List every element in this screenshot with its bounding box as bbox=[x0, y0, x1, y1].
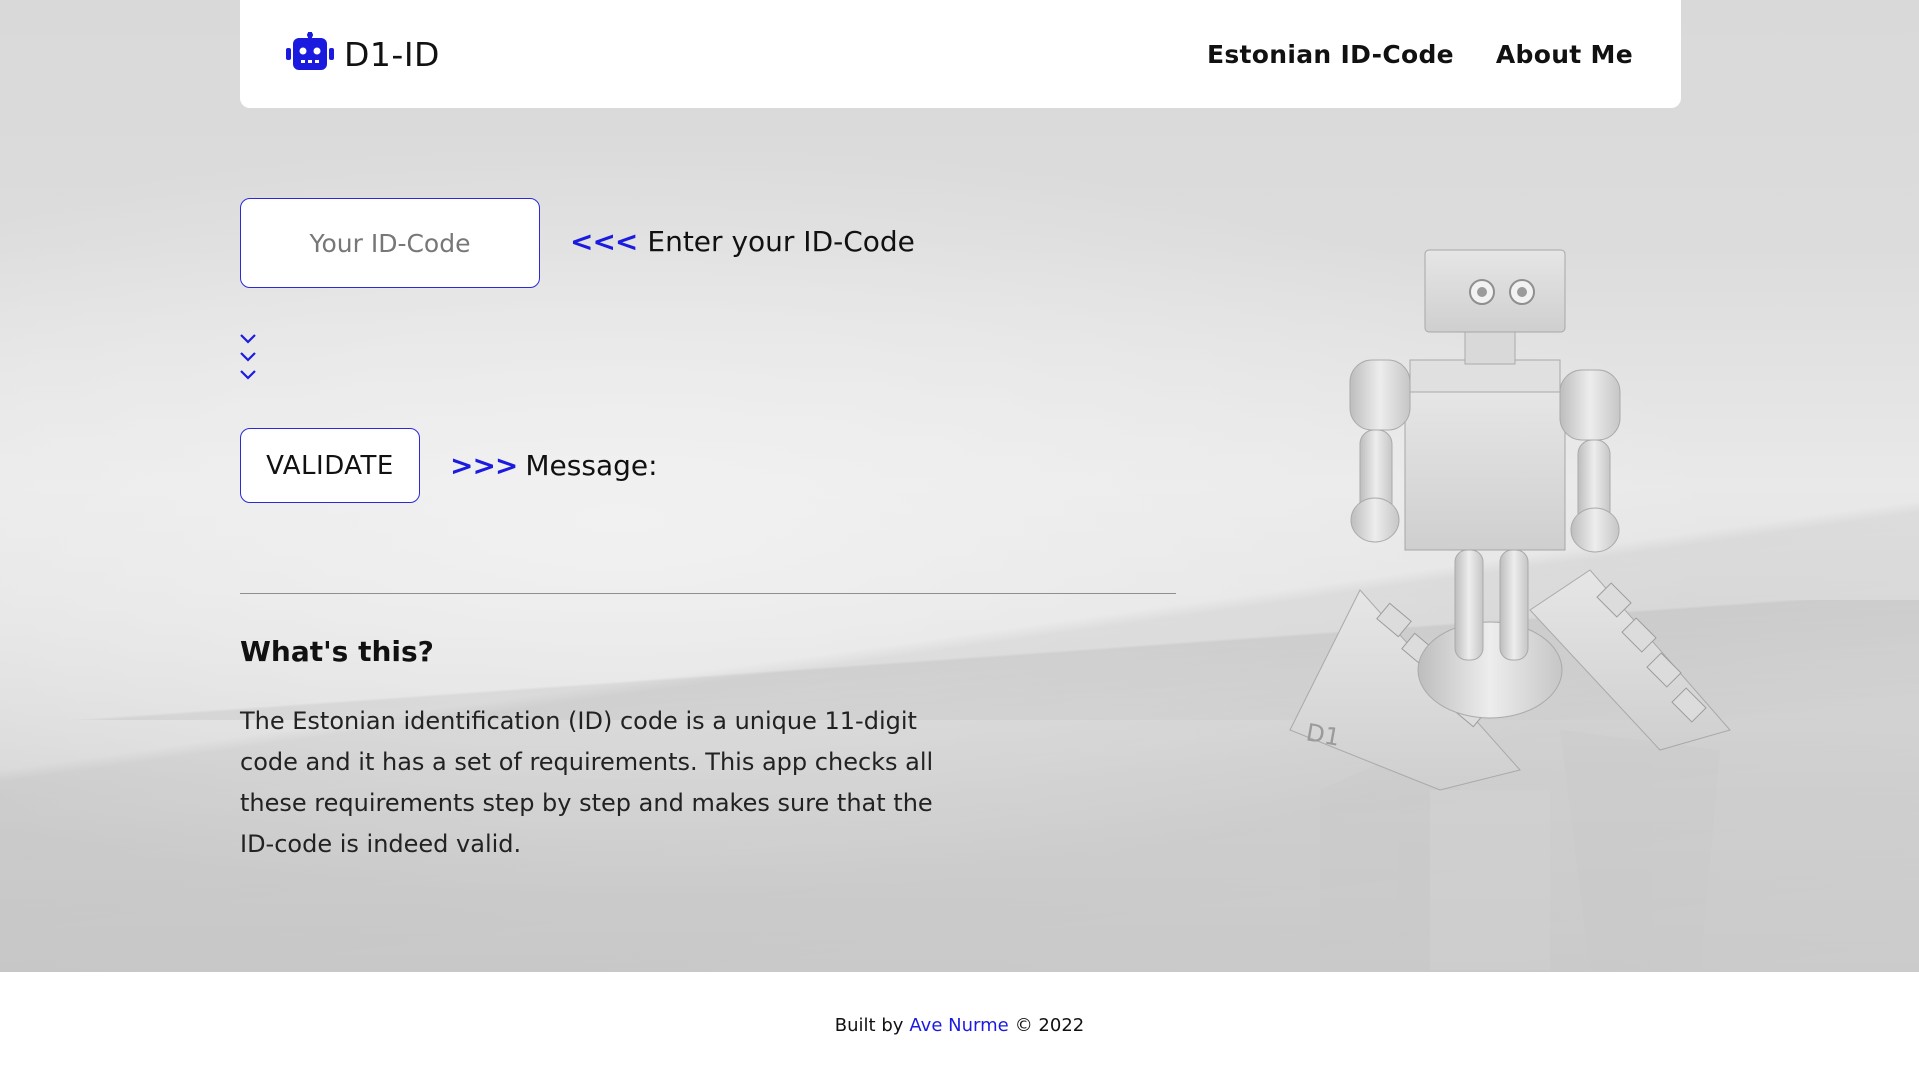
message-area: >>> Message: bbox=[450, 449, 658, 482]
id-code-input[interactable] bbox=[240, 198, 540, 288]
nav-links: Estonian ID-Code About Me bbox=[1207, 40, 1633, 69]
author-link[interactable]: Ave Nurme bbox=[909, 1015, 1008, 1036]
brand[interactable]: D1-ID bbox=[286, 32, 440, 76]
robot-icon bbox=[286, 32, 334, 76]
section-divider bbox=[240, 593, 1176, 594]
nav-link-about-me[interactable]: About Me bbox=[1496, 40, 1633, 69]
validate-button[interactable]: VALIDATE bbox=[240, 428, 420, 503]
robot-illustration: D1 bbox=[1289, 249, 1731, 970]
right-arrows-icon: >>> bbox=[450, 449, 518, 482]
navbar: D1-ID Estonian ID-Code About Me bbox=[240, 0, 1681, 108]
svg-text:D1: D1 bbox=[1304, 718, 1342, 751]
about-title: What's this? bbox=[240, 635, 434, 668]
chevron-down-icon bbox=[238, 330, 260, 384]
footer-prefix: Built by bbox=[834, 1015, 904, 1036]
input-prompt: <<< Enter your ID-Code bbox=[570, 225, 915, 258]
about-text: The Estonian identification (ID) code is… bbox=[240, 707, 934, 858]
brand-name: D1-ID bbox=[344, 34, 440, 74]
message-label: Message: bbox=[525, 449, 658, 482]
left-arrows-icon: <<< bbox=[570, 225, 638, 258]
prompt-text: Enter your ID-Code bbox=[647, 225, 915, 258]
nav-link-estonian-id-code[interactable]: Estonian ID-Code bbox=[1207, 40, 1454, 69]
footer-copyright: © 2022 bbox=[1014, 1015, 1085, 1036]
footer: Built by Ave Nurme © 2022 bbox=[0, 972, 1919, 1079]
